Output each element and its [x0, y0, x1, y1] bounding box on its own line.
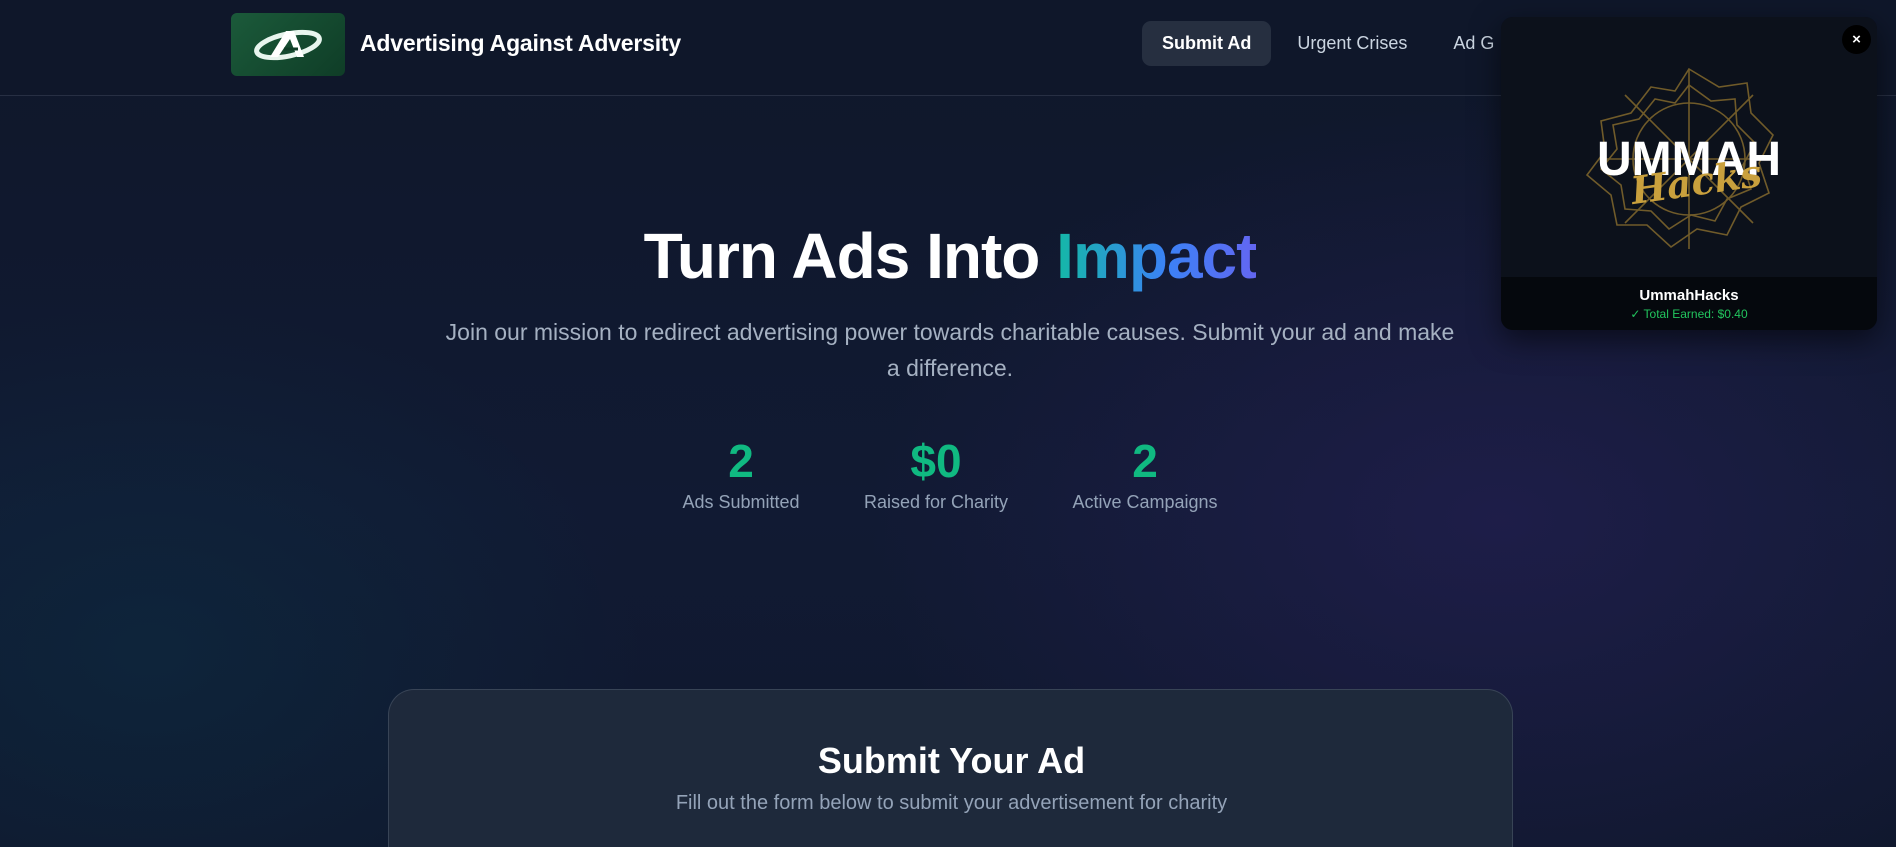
close-popup-button[interactable]: × [1842, 25, 1871, 54]
sponsor-popup-ad[interactable]: UMMAH Hacks UmmahHacks ✓ Total Earned: $… [1501, 17, 1877, 330]
sponsor-ad-image[interactable]: UMMAH Hacks [1501, 17, 1877, 277]
hero-title-prefix: Turn Ads Into [643, 220, 1057, 292]
site-logo[interactable] [231, 13, 345, 76]
submit-ad-card: Submit Your Ad Fill out the form below t… [388, 689, 1513, 847]
submit-ad-title: Submit Your Ad [817, 740, 1086, 781]
stat-ads-submitted: 2 Ads Submitted [631, 436, 851, 513]
sponsor-total-earned: ✓ Total Earned: $0.40 [1630, 307, 1748, 321]
ummahhacks-logo: UMMAH Hacks [1585, 67, 1781, 249]
stat-raised-for-charity: $0 Raised for Charity [826, 436, 1046, 513]
nav-urgent-crises[interactable]: Urgent Crises [1277, 21, 1427, 66]
nav-submit-ad[interactable]: Submit Ad [1142, 21, 1272, 66]
stat-label: Ads Submitted [682, 492, 800, 512]
stat-label: Active Campaigns [1072, 492, 1218, 512]
site-title: Advertising Against Adversity [360, 30, 681, 56]
page: Advertising Against Adversity Submit Ad … [0, 0, 1896, 847]
submit-ad-subtitle: Fill out the form below to submit your a… [675, 792, 1228, 814]
stat-value: $0 [910, 435, 962, 487]
logo-emblem-icon [254, 29, 322, 60]
stat-value: 2 [1132, 435, 1158, 487]
stat-label: Raised for Charity [863, 492, 1009, 512]
stat-value: 2 [728, 435, 754, 487]
main-nav: Submit Ad Urgent Crises Ad G [1142, 21, 1514, 66]
sponsor-ad-footer: UmmahHacks ✓ Total Earned: $0.40 [1501, 277, 1877, 330]
hero-title-accent: Impact [1056, 220, 1257, 292]
hero-subtitle: Join our mission to redirect advertising… [445, 319, 1455, 381]
sponsor-name: UmmahHacks [1639, 287, 1739, 304]
stat-active-campaigns: 2 Active Campaigns [1035, 436, 1255, 513]
